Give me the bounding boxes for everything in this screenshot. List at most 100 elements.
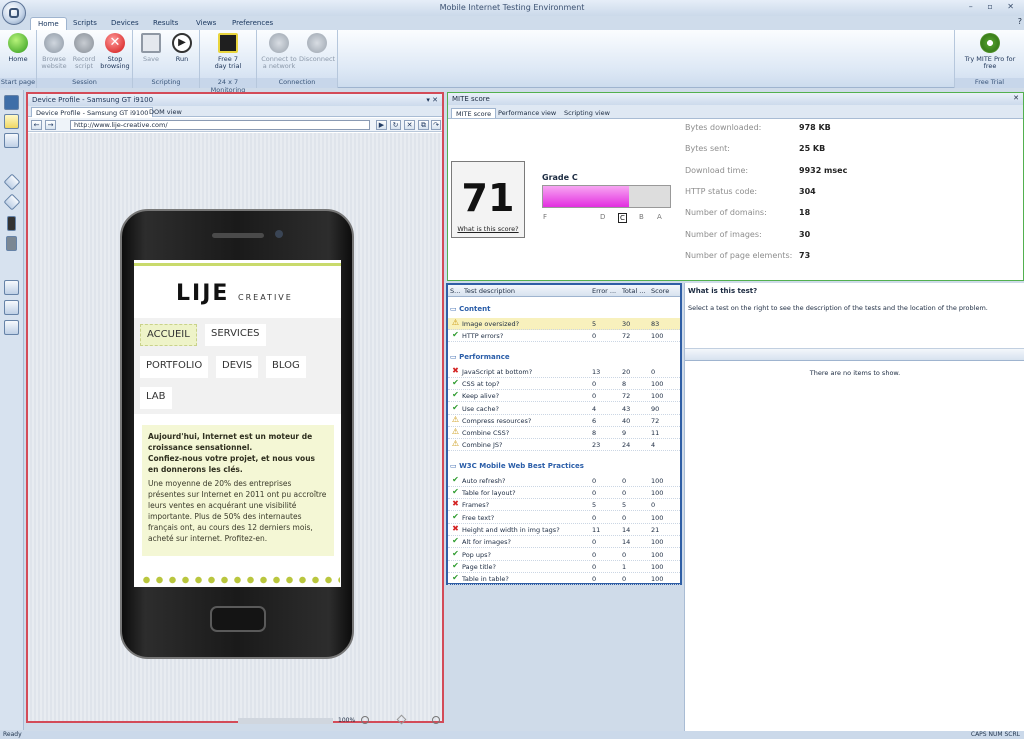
col-errors[interactable]: Error ... xyxy=(592,287,616,295)
url-input[interactable]: http://www.lije-creative.com/ xyxy=(70,120,370,130)
zoom-out-icon[interactable] xyxy=(361,716,369,724)
cell-desc: Image oversized? xyxy=(462,320,520,328)
free-trial-button[interactable]: Free 7 day trial xyxy=(212,33,244,70)
disconnect-button[interactable]: Disconnect xyxy=(299,33,335,63)
stat-row: Number of domains: 18 xyxy=(685,208,1015,229)
notes-icon[interactable] xyxy=(4,114,19,129)
settings-icon[interactable] xyxy=(4,133,19,148)
horizontal-scrollbar[interactable] xyxy=(238,718,333,724)
back-arrow-icon[interactable]: ← xyxy=(31,120,42,130)
score-help-link[interactable]: What is this score? xyxy=(452,225,524,233)
cell-desc: Use cache? xyxy=(462,404,499,413)
window-icon[interactable] xyxy=(4,280,19,295)
table-row[interactable]: ✔ Free text? 0 0 100 xyxy=(448,512,680,524)
table-row[interactable]: ✖ Frames? 5 5 0 xyxy=(448,499,680,512)
table-section-header[interactable]: ▭ W3C Mobile Web Best Practices xyxy=(450,462,584,472)
cell-total: 30 xyxy=(622,320,631,328)
collapse-icon[interactable]: ▭ xyxy=(450,462,459,470)
device-panel-tabs: Device Profile - Samsung GT i9100 DOM vi… xyxy=(28,106,442,117)
tag-icon[interactable] xyxy=(3,173,21,191)
cell-total: 40 xyxy=(622,416,631,425)
phone-icon[interactable] xyxy=(7,216,16,231)
cell-desc: CSS at top? xyxy=(462,379,500,388)
browse-website-button[interactable]: Browse website xyxy=(38,33,70,70)
menu-accueil[interactable]: ACCUEIL xyxy=(140,324,197,346)
col-total[interactable]: Total ... xyxy=(622,287,645,295)
tab-results[interactable]: Results xyxy=(146,17,185,30)
tag-alt-icon[interactable] xyxy=(3,193,21,211)
table-section-header[interactable]: ▭ Performance xyxy=(450,353,510,363)
window-controls[interactable]: – ▫ ✕ xyxy=(969,2,1020,11)
home-button[interactable]: Home xyxy=(2,33,34,63)
tab-device-profile[interactable]: Device Profile - Samsung GT i9100 xyxy=(31,107,154,117)
collapse-icon[interactable]: ▭ xyxy=(450,305,459,313)
device-viewport: LIJE CREATIVE ACCUEIL SERVICES PORTFOLIO… xyxy=(28,133,442,721)
stop-load-icon[interactable]: ✕ xyxy=(404,120,415,130)
table-row[interactable]: ✔ Pop ups? 0 0 100 xyxy=(448,549,680,561)
tab-scripts[interactable]: Scripts xyxy=(66,17,104,30)
stop-browsing-button[interactable]: ✕ Stop browsing xyxy=(99,33,131,70)
zoom-in-icon[interactable] xyxy=(432,716,440,724)
run-button[interactable]: ▶ Run xyxy=(166,33,198,63)
table-section-header[interactable]: ▭ Content xyxy=(450,305,490,315)
rotate-icon[interactable]: ⧉ xyxy=(418,120,429,130)
panel-pin-close[interactable]: ▾ ✕ xyxy=(426,96,438,104)
tab-performance-view[interactable]: Performance view xyxy=(494,108,560,118)
phone-screen[interactable]: LIJE CREATIVE ACCUEIL SERVICES PORTFOLIO… xyxy=(134,260,341,587)
table-row[interactable]: ✔ Use cache? 4 43 90 xyxy=(448,403,680,415)
table-row[interactable]: ⚠ Image oversized? 5 30 83 xyxy=(448,318,680,330)
menu-blog[interactable]: BLOG xyxy=(266,356,306,378)
tablet-icon[interactable] xyxy=(6,236,17,251)
tab-devices[interactable]: Devices xyxy=(104,17,146,30)
device-profile-icon[interactable] xyxy=(4,95,19,110)
group-label: Start page xyxy=(0,78,36,88)
group-free-trial: Try MITE Pro for free Free Trial xyxy=(954,30,1024,88)
col-status[interactable]: S... xyxy=(450,287,460,295)
help-button[interactable]: ? xyxy=(1018,17,1022,26)
wrap-icon[interactable]: ↷ xyxy=(431,120,441,130)
phone-home-button[interactable] xyxy=(210,606,266,632)
site-logo[interactable]: LIJE xyxy=(176,281,229,306)
tab-dom-view[interactable]: DOM view xyxy=(145,107,186,117)
table-row[interactable]: ⚠ Compress resources? 6 40 72 xyxy=(448,415,680,427)
table-row[interactable]: ✔ HTTP errors? 0 72 100 xyxy=(448,330,680,343)
table-row[interactable]: ✔ CSS at top? 0 8 100 xyxy=(448,378,680,390)
forward-arrow-icon[interactable]: → xyxy=(45,120,56,130)
tab-mite-score[interactable]: MITE score xyxy=(451,108,497,118)
split-view-icon[interactable] xyxy=(4,320,19,335)
table-row[interactable]: ✔ Page title? 0 1 100 xyxy=(448,561,680,573)
table-row[interactable]: ✔ Keep alive? 0 72 100 xyxy=(448,390,680,403)
menu-devis[interactable]: DEVIS xyxy=(216,356,259,378)
refresh-icon[interactable]: ↻ xyxy=(390,120,401,130)
save-button[interactable]: Save xyxy=(135,33,167,63)
stat-value: 30 xyxy=(799,229,811,239)
try-mite-pro-button[interactable]: Try MITE Pro for free xyxy=(964,33,1016,70)
menu-services[interactable]: SERVICES xyxy=(205,324,266,346)
col-score[interactable]: Score xyxy=(651,287,669,295)
menu-portfolio[interactable]: PORTFOLIO xyxy=(140,356,209,378)
table-row[interactable]: ✔ Auto refresh? 0 0 100 xyxy=(448,475,680,487)
tab-views[interactable]: Views xyxy=(189,17,223,30)
app-menu-button[interactable] xyxy=(2,1,26,25)
connect-network-button[interactable]: Connect to a network xyxy=(261,33,297,70)
record-script-button[interactable]: Record script xyxy=(68,33,100,70)
tab-scripting-view[interactable]: Scripting view xyxy=(560,108,614,118)
cell-score: 72 xyxy=(651,416,660,425)
layout-icon[interactable] xyxy=(4,300,19,315)
table-row[interactable]: ✔ Alt for images? 0 14 100 xyxy=(448,536,680,549)
table-row[interactable]: ✔ Table for layout? 0 0 100 xyxy=(448,487,680,499)
table-row[interactable]: ✖ JavaScript at bottom? 13 20 0 xyxy=(448,366,680,378)
warn-status-icon: ⚠ xyxy=(451,427,460,437)
table-row[interactable]: ⚠ Combine CSS? 8 9 11 xyxy=(448,427,680,440)
close-icon[interactable]: ✕ xyxy=(1013,94,1019,102)
go-icon[interactable]: ▶ xyxy=(376,120,387,130)
table-row[interactable]: ✖ Height and width in img tags? 11 14 21 xyxy=(448,524,680,536)
col-description[interactable]: Test description xyxy=(464,287,515,295)
table-row[interactable]: ✔ Table in table? 0 0 100 xyxy=(448,573,680,586)
tab-preferences[interactable]: Preferences xyxy=(225,17,280,30)
score-value: 71 xyxy=(461,176,515,220)
table-row[interactable]: ⚠ Combine JS? 23 24 4 xyxy=(448,439,680,452)
menu-lab[interactable]: LAB xyxy=(140,387,172,409)
tab-home[interactable]: Home xyxy=(30,17,67,30)
collapse-icon[interactable]: ▭ xyxy=(450,353,459,361)
